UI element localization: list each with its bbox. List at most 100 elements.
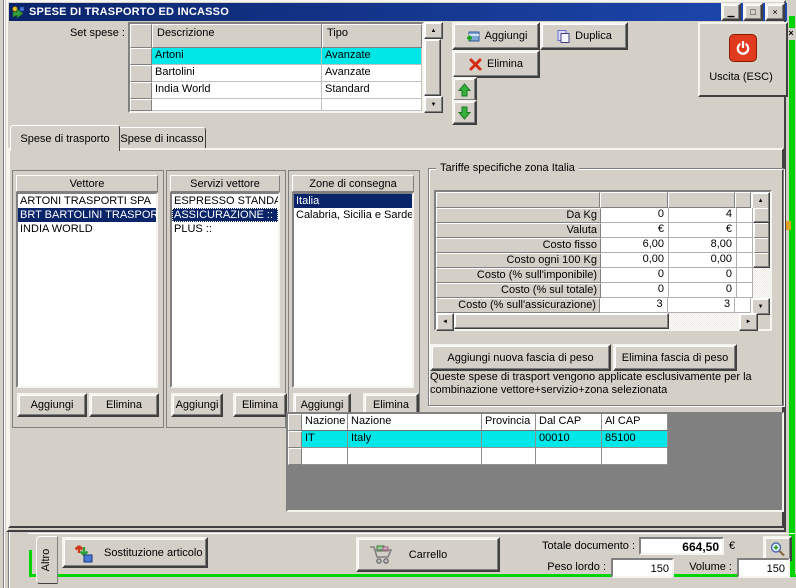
vettore-elimina-button[interactable]: Elimina: [89, 393, 159, 417]
nazioni-panel: Nazione Nazione Provincia Dal CAP Al CAP…: [286, 412, 784, 512]
vettore-list[interactable]: ARTONI TRASPORTI SPA BRT BARTOLINI TRASP…: [16, 192, 158, 388]
uscita-label: Uscita (ESC): [700, 71, 782, 83]
tariffa-row[interactable]: Costo fisso 6,00 8,00: [436, 238, 770, 253]
tariffe-group-title: Tariffe specifiche zona Italia: [436, 162, 579, 174]
tab-spese-trasporto[interactable]: Spese di trasporto: [10, 125, 120, 151]
zone-header: Zone di consegna: [292, 175, 414, 192]
list-item-servizio[interactable]: ESPRESSO STANDARD: [172, 194, 278, 208]
elimina-fascia-button[interactable]: Elimina fascia di peso: [613, 344, 737, 371]
elimina-set-button[interactable]: Elimina: [452, 50, 540, 78]
scrollbar-track[interactable]: [753, 268, 770, 283]
delete-x-icon: [469, 58, 482, 71]
servizi-list[interactable]: ESPRESSO STANDARD ASSICURAZIONE :: PLUS …: [170, 192, 280, 388]
totale-documento-label: Totale documento :: [527, 540, 635, 552]
arrow-down-icon: [458, 106, 471, 120]
scrollbar-thumb[interactable]: [753, 208, 770, 223]
aggiungi-set-button[interactable]: Aggiungi: [452, 22, 540, 50]
close-button[interactable]: ×: [765, 3, 785, 21]
volume-field[interactable]: 150: [737, 558, 790, 578]
peso-lordo-label: Peso lordo :: [500, 561, 606, 573]
list-item-servizio-selected[interactable]: ASSICURAZIONE ::: [172, 208, 278, 222]
duplica-button[interactable]: Duplica: [540, 22, 628, 50]
set-spese-scrollbar[interactable]: ▲ ▼: [424, 22, 441, 109]
currency-label: €: [729, 540, 735, 552]
scroll-left-icon[interactable]: ◄: [436, 313, 454, 331]
set-spese-row[interactable]: Bartolini Avanzate: [130, 65, 422, 82]
move-down-button[interactable]: [452, 100, 477, 125]
set-spese-grid: Descrizione Tipo Artoni Avanzate Bartoli…: [128, 22, 424, 113]
scroll-up-icon[interactable]: ▲: [424, 22, 443, 39]
underlay-right-green-strip: [789, 16, 795, 576]
tariffe-note: Queste spese di trasport vengono applica…: [430, 371, 780, 397]
list-item-vettore[interactable]: ARTONI TRASPORTI SPA: [18, 194, 156, 208]
screen: × SPESE DI TRASPORTO ED INCASSO ▁ □ × Se…: [0, 0, 796, 588]
vettore-aggiungi-button[interactable]: Aggiungi: [17, 393, 87, 417]
tariffa-row[interactable]: Costo (% sull'imponibile) 0 0: [436, 268, 770, 283]
uscita-panel[interactable]: Uscita (ESC): [698, 22, 788, 97]
grid-corner-cell: [288, 414, 302, 431]
green-frame-vertical: [29, 550, 32, 577]
footer-top-highlight: [28, 533, 796, 534]
list-item-zona-selected[interactable]: Italia: [294, 194, 412, 208]
tab-altro-label: Altro: [37, 537, 57, 583]
column-header-al-cap[interactable]: Al CAP: [602, 414, 668, 431]
list-item-servizio[interactable]: PLUS ::: [172, 222, 278, 236]
servizi-panel: Servizi vettore ESPRESSO STANDARD ASSICU…: [166, 170, 286, 428]
vettore-panel: Vettore ARTONI TRASPORTI SPA BRT BARTOLI…: [12, 170, 164, 428]
tariffa-row[interactable]: Costo ogni 100 Kg 0,00 0,00: [436, 253, 770, 268]
tariffa-row[interactable]: Da Kg 0 4: [436, 208, 770, 223]
tariffa-row[interactable]: Valuta € €: [436, 223, 770, 238]
nazione-row-selected[interactable]: IT Italy 00010 85100: [288, 431, 782, 448]
vettore-header: Vettore: [16, 175, 158, 192]
column-header-tipo[interactable]: Tipo: [322, 24, 422, 48]
footer-left-border-light: [9, 532, 10, 588]
totale-documento-field[interactable]: 664,50: [639, 537, 724, 555]
minimize-button[interactable]: ▁: [721, 3, 741, 21]
servizi-elimina-button[interactable]: Elimina: [233, 393, 287, 417]
underlay-orange-mark: [786, 221, 791, 230]
tab-spese-incasso[interactable]: Spese di incasso: [118, 127, 206, 150]
scrollbar-thumb[interactable]: [424, 39, 441, 96]
zone-panel: Zone di consegna Italia Calabria, Sicili…: [288, 170, 420, 428]
peso-lordo-field[interactable]: 150: [611, 558, 674, 578]
arrow-up-icon: [458, 83, 471, 97]
window-title: SPESE DI TRASPORTO ED INCASSO: [29, 6, 229, 18]
scroll-right-icon[interactable]: ►: [739, 313, 758, 331]
column-header-nazione[interactable]: Nazione: [348, 414, 482, 431]
set-spese-row[interactable]: India World Standard: [130, 82, 422, 99]
servizi-aggiungi-button[interactable]: Aggiungi: [171, 393, 223, 417]
maximize-button[interactable]: □: [743, 3, 763, 21]
add-box-icon: [465, 28, 481, 44]
tariffa-row[interactable]: Costo (% sull'assicurazione) 3 3 ▼: [436, 298, 770, 313]
move-up-button[interactable]: [452, 77, 477, 102]
scroll-down-icon[interactable]: ▼: [424, 96, 443, 113]
tab-altro[interactable]: Altro: [36, 536, 58, 584]
set-spese-label: Set spese :: [25, 27, 125, 39]
carrello-button[interactable]: Carrello: [356, 537, 500, 572]
grid-corner-cell: [130, 24, 152, 48]
cart-icon: [368, 543, 394, 565]
tariffe-grid: ▲ Da Kg 0 4 Valuta € € Costo fisso 6,00 …: [434, 190, 772, 331]
list-item-zona[interactable]: Calabria, Sicilia e Sardegna: [294, 208, 412, 222]
list-item-vettore[interactable]: INDIA WORLD: [18, 222, 156, 236]
set-spese-row-selected[interactable]: Artoni Avanzate: [130, 48, 422, 65]
servizi-header: Servizi vettore: [170, 175, 280, 192]
nazione-row-empty[interactable]: [288, 448, 782, 465]
title-bar[interactable]: SPESE DI TRASPORTO ED INCASSO ▁ □ ×: [9, 3, 787, 21]
tariffa-row[interactable]: Costo (% sul totale) 0 0: [436, 283, 770, 298]
sostituzione-articolo-button[interactable]: Sostituzione articolo: [62, 537, 208, 568]
tariffe-hscrollbar[interactable]: ◄ ►: [436, 313, 770, 329]
column-header-descrizione[interactable]: Descrizione: [152, 24, 322, 48]
power-icon[interactable]: [729, 34, 757, 62]
volume-label: Volume :: [676, 561, 732, 573]
aggiungi-fascia-button[interactable]: Aggiungi nuova fascia di peso: [430, 344, 611, 371]
magnifier-plus-icon: [769, 541, 786, 557]
list-item-vettore-selected[interactable]: BRT BARTOLINI TRASPORTI: [18, 208, 156, 222]
scrollbar-thumb[interactable]: [454, 313, 669, 329]
column-header-dal-cap[interactable]: Dal CAP: [536, 414, 602, 431]
set-spese-row-empty[interactable]: [130, 99, 422, 111]
column-header-nazione-codice[interactable]: Nazione: [302, 414, 348, 431]
zone-list[interactable]: Italia Calabria, Sicilia e Sardegna: [292, 192, 414, 388]
column-header-provincia[interactable]: Provincia: [482, 414, 536, 431]
swap-article-icon: [72, 542, 94, 564]
